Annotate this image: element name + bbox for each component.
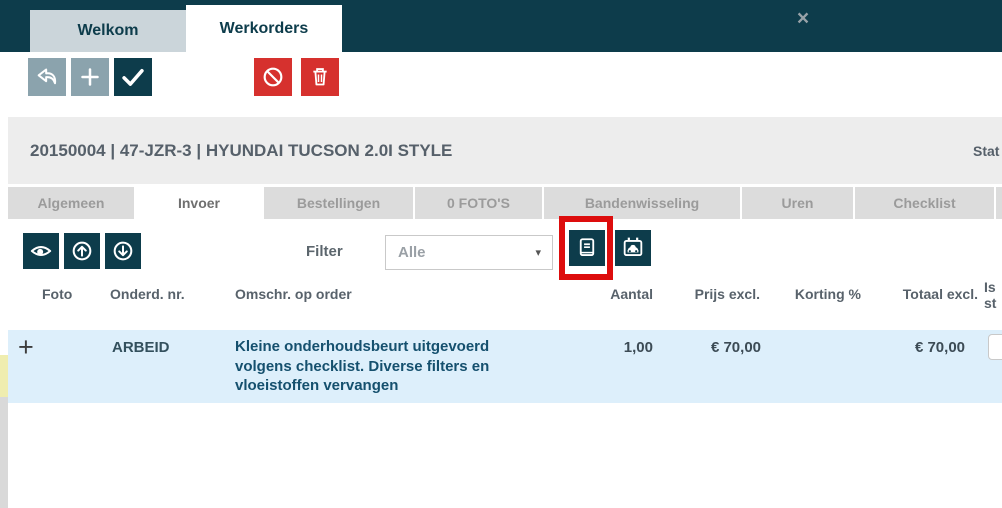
cell-totaal: € 70,00 bbox=[835, 339, 965, 356]
page-title: 20150004 | 47-JZR-3 | HYUNDAI TUCSON 2.0… bbox=[30, 117, 452, 184]
chevron-down-icon: ▾ bbox=[535, 246, 541, 259]
confirm-button[interactable] bbox=[114, 58, 152, 96]
cancel-button[interactable] bbox=[254, 58, 292, 96]
filter-dropdown-value: Alle bbox=[398, 244, 426, 261]
move-up-button[interactable] bbox=[64, 233, 100, 269]
cell-prijs: € 70,00 bbox=[631, 339, 761, 356]
plus-icon bbox=[75, 62, 105, 92]
window-tab-welkom-label: Welkom bbox=[77, 22, 138, 40]
col-header-is[interactable]: Is st bbox=[984, 279, 996, 311]
trash-icon bbox=[305, 62, 335, 92]
window-tab-werkorders[interactable]: Werkorders bbox=[186, 5, 342, 52]
filter-dropdown[interactable]: Alle ▾ bbox=[385, 235, 553, 270]
checkmark-icon bbox=[117, 61, 149, 93]
col-header-onderd-nr[interactable]: Onderd. nr. bbox=[110, 286, 185, 302]
planning-button[interactable] bbox=[615, 230, 651, 266]
col-header-foto[interactable]: Foto bbox=[42, 286, 72, 302]
col-header-aantal[interactable]: Aantal bbox=[533, 286, 653, 302]
catalog-button[interactable] bbox=[569, 230, 605, 266]
tab-partial[interactable] bbox=[996, 187, 1002, 219]
col-header-korting[interactable]: Korting % bbox=[741, 286, 861, 302]
window-tab-welkom[interactable]: Welkom bbox=[30, 10, 186, 52]
undo-button[interactable] bbox=[28, 58, 66, 96]
table-row[interactable]: + ARBEID Kleine onderhoudsbeurt uitgevoe… bbox=[8, 330, 1002, 403]
tab-fotos[interactable]: 0 FOTO'S bbox=[415, 187, 542, 219]
eye-icon bbox=[26, 236, 56, 266]
order-title-bar: 20150004 | 47-JZR-3 | HYUNDAI TUCSON 2.0… bbox=[8, 117, 1002, 184]
close-icon[interactable]: × bbox=[792, 8, 814, 30]
add-button[interactable] bbox=[71, 58, 109, 96]
col-header-totaal[interactable]: Totaal excl. bbox=[858, 286, 978, 302]
tab-bestellingen[interactable]: Bestellingen bbox=[264, 187, 413, 219]
undo-icon bbox=[32, 62, 62, 92]
car-calendar-icon bbox=[618, 233, 648, 263]
window-tab-werkorders-label: Werkorders bbox=[220, 20, 309, 38]
tab-algemeen[interactable]: Algemeen bbox=[8, 187, 134, 219]
filter-label: Filter bbox=[306, 243, 343, 260]
no-entry-icon bbox=[258, 62, 288, 92]
werkorders-window: Welkom Werkorders × bbox=[0, 0, 1002, 508]
delete-button[interactable] bbox=[301, 58, 339, 96]
cell-onderd-nr: ARBEID bbox=[112, 339, 170, 356]
tab-bandenwisseling[interactable]: Bandenwisseling bbox=[544, 187, 740, 219]
section-tab-bar: Algemeen Invoer Bestellingen 0 FOTO'S Ba… bbox=[8, 187, 1002, 219]
view-button[interactable] bbox=[23, 233, 59, 269]
arrow-down-circle-icon bbox=[108, 236, 138, 266]
arrow-up-circle-icon bbox=[67, 236, 97, 266]
move-down-button[interactable] bbox=[105, 233, 141, 269]
book-icon bbox=[572, 233, 602, 263]
status-label: Stat bbox=[973, 117, 999, 184]
col-header-omschrijving[interactable]: Omschr. op order bbox=[235, 286, 352, 302]
side-strip-gray bbox=[0, 397, 8, 508]
cell-omschrijving: Kleine onderhoudsbeurt uitgevoerd volgen… bbox=[235, 337, 537, 396]
tab-uren[interactable]: Uren bbox=[742, 187, 853, 219]
row-checkbox[interactable] bbox=[988, 334, 1002, 360]
tab-checklist[interactable]: Checklist bbox=[855, 187, 994, 219]
tab-invoer[interactable]: Invoer bbox=[136, 187, 262, 219]
expand-row-icon[interactable]: + bbox=[18, 332, 34, 363]
side-strip-yellow bbox=[0, 355, 8, 397]
